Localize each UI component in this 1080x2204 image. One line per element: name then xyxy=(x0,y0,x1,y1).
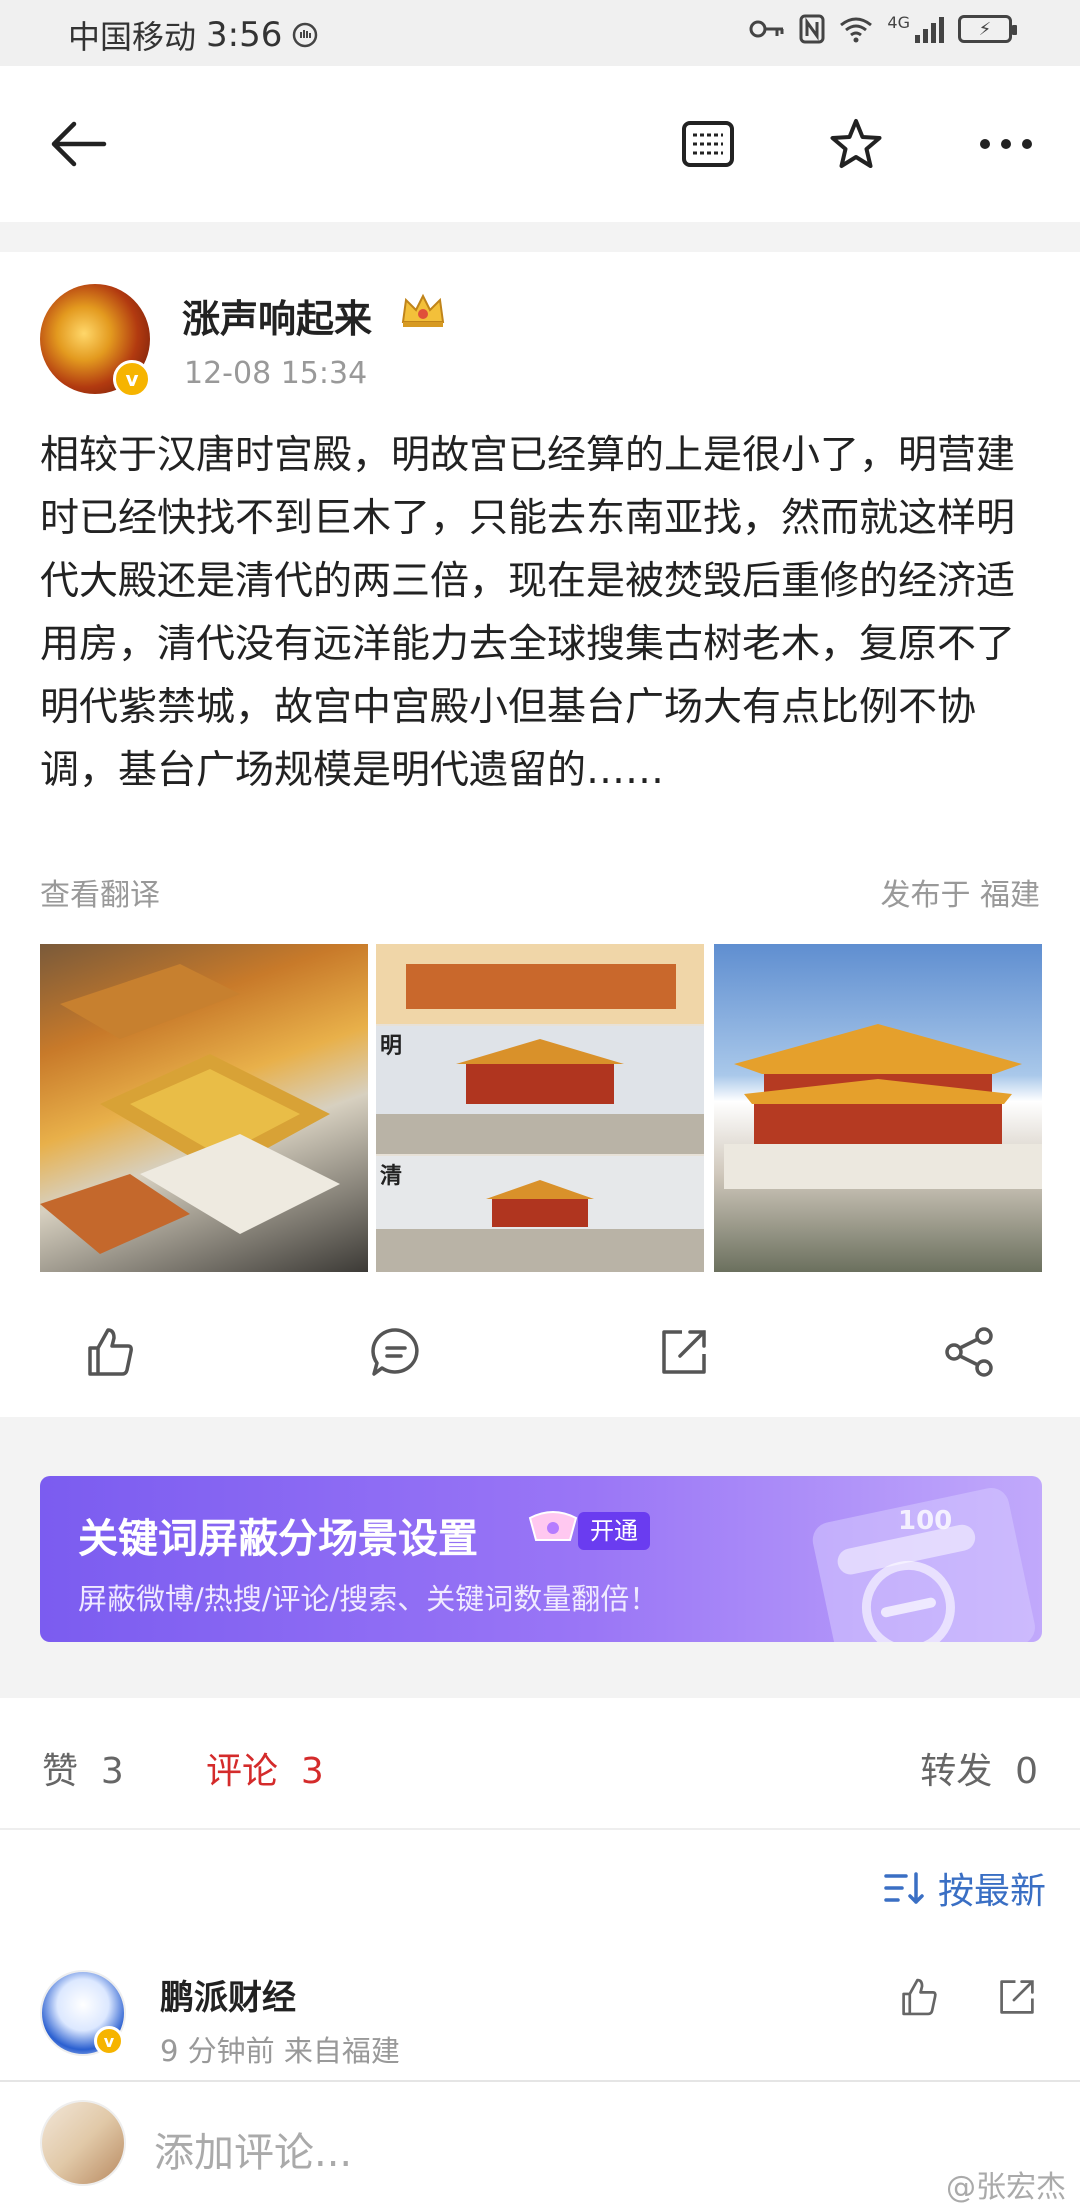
sort-label: 按最新 xyxy=(937,1871,1046,1912)
share-out-icon xyxy=(1000,1980,1034,2014)
verified-badge: v xyxy=(94,2026,124,2056)
vip-crown-icon xyxy=(528,1511,578,1541)
like-button[interactable] xyxy=(70,1312,150,1392)
hand-icon xyxy=(293,22,318,48)
nfc-icon xyxy=(799,14,825,44)
carrier-label: 中国移动 xyxy=(68,18,197,56)
more-button[interactable] xyxy=(972,110,1040,178)
battery-icon: ⚡ xyxy=(958,15,1017,43)
likes-label: 赞 xyxy=(42,1751,79,1792)
comment-like-button[interactable] xyxy=(892,1970,946,2024)
more-dots-icon xyxy=(980,139,1032,149)
network-type: 4G xyxy=(887,12,910,32)
post-image-1[interactable] xyxy=(40,944,368,1272)
key-icon xyxy=(749,20,784,38)
verified-badge: v xyxy=(113,360,151,398)
repost-button[interactable] xyxy=(644,1312,724,1392)
thumbs-up-icon xyxy=(88,1328,133,1376)
share-button[interactable] xyxy=(930,1312,1010,1392)
palace-comparison-image xyxy=(376,944,704,1272)
back-button[interactable] xyxy=(44,110,112,178)
post-timestamp: 12-08 15:34 xyxy=(184,356,368,391)
share-out-icon xyxy=(662,1330,706,1374)
watermark-text: @张宏杰 xyxy=(946,2170,1066,2204)
tab-comments[interactable]: 评论 3 xyxy=(206,1742,324,1794)
post-text[interactable]: 相较于汉唐时宫殿，明故宫已经算的上是很小了，明营建时已经快找不到巨木了，只能去东… xyxy=(40,424,1050,802)
commenter-name[interactable]: 鹏派财经 xyxy=(160,1970,296,2019)
clock: 3:56 xyxy=(206,15,283,55)
translate-link[interactable]: 查看翻译 xyxy=(40,870,160,914)
reposts-label: 转发 xyxy=(920,1751,993,1792)
author-name[interactable]: 涨声响起来 xyxy=(182,288,372,343)
qing-label: 清 xyxy=(380,1164,403,1189)
favorite-button[interactable] xyxy=(822,110,890,178)
status-left: 中国移动 3:56 xyxy=(68,12,318,58)
stats-tabs: 赞 3 评论 3 转发 0 xyxy=(0,1698,1080,1830)
wifi-icon xyxy=(840,17,873,43)
ming-label: 明 xyxy=(380,1034,403,1059)
crown-icon xyxy=(401,293,445,327)
comments-section: 按最新 v 鹏派财经 9 分钟前 来自福建 xyxy=(0,1830,1080,2080)
comment-share-button[interactable] xyxy=(990,1970,1044,2024)
post-image-3[interactable] xyxy=(714,944,1042,1272)
palace-aerial-image xyxy=(40,964,340,1254)
post-card: v 涨声响起来 12-08 15:34 相较于汉唐时宫殿，明故宫已经算的上是很小… xyxy=(0,252,1080,1417)
star-icon xyxy=(830,119,882,168)
article-icon xyxy=(682,121,734,167)
keyword-block-banner[interactable]: 100 关键词屏蔽分场景设置 开通 屏蔽微博/热搜/评论/搜索、关键词数量翻倍！ xyxy=(40,1476,1042,1642)
top-navbar xyxy=(0,66,1080,222)
comment-button[interactable] xyxy=(356,1312,436,1392)
comment-meta: 9 分钟前 来自福建 xyxy=(160,2034,400,2068)
reposts-count: 0 xyxy=(1015,1751,1038,1792)
back-arrow-icon xyxy=(51,121,107,167)
thumbs-up-icon xyxy=(902,1978,937,2016)
share-nodes-icon xyxy=(945,1327,993,1377)
charging-glyph: ⚡ xyxy=(978,18,992,40)
comments-label: 评论 xyxy=(206,1751,279,1792)
post-image-2[interactable]: 明 清 xyxy=(376,944,704,1272)
tab-reposts[interactable]: 转发 0 xyxy=(920,1742,1038,1794)
comments-count: 3 xyxy=(300,1751,324,1792)
sort-icon xyxy=(884,1872,924,1904)
status-right: 4G ⚡ xyxy=(749,12,1017,44)
comment-input-bar: 添加评论... @张宏杰 xyxy=(0,2080,1080,2204)
comment-input[interactable]: 添加评论... xyxy=(154,2120,352,2178)
banner-number: 100 xyxy=(898,1506,953,1536)
location-label: 发布于 福建 xyxy=(880,878,1040,913)
my-avatar xyxy=(40,2100,126,2186)
signal-icon xyxy=(915,17,944,43)
banner-subtitle: 屏蔽微博/热搜/评论/搜索、关键词数量翻倍！ xyxy=(78,1582,659,1616)
sort-button[interactable]: 按最新 xyxy=(884,1862,1046,1914)
reader-mode-button[interactable] xyxy=(674,110,742,178)
banner-card-graphic xyxy=(812,1488,1035,1642)
likes-count: 3 xyxy=(100,1751,124,1792)
palace-hall-image xyxy=(724,1024,1042,1189)
activate-badge[interactable]: 开通 xyxy=(578,1512,650,1550)
banner-title: 关键词屏蔽分场景设置 xyxy=(78,1516,478,1562)
status-bar: 中国移动 3:56 4G ⚡ xyxy=(0,0,1080,66)
tab-likes[interactable]: 赞 3 xyxy=(42,1742,124,1794)
comment-bubble-icon xyxy=(371,1328,419,1376)
